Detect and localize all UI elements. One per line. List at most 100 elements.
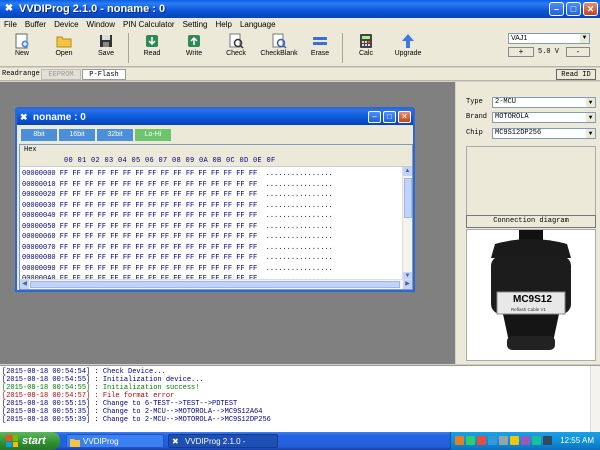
taskbar: start VVDIProg ✖ VVDIProg 2.1.0 - noname… <box>0 432 600 450</box>
device-select[interactable]: VAJ1 ▼ <box>508 33 590 44</box>
chip-select[interactable]: MC9S12DP256 ▼ <box>492 128 596 139</box>
write-chip-icon <box>186 33 202 49</box>
hex-row: 00000080 FF FF FF FF FF FF FF FF FF FF F… <box>22 254 333 262</box>
scroll-thumb[interactable] <box>30 281 400 288</box>
tray-icon[interactable] <box>543 436 552 445</box>
mdi-workspace: ✖ noname : 0 – □ ✕ 8bit 16bit 32bit Lo-H… <box>0 82 455 364</box>
tray-icon[interactable] <box>521 436 530 445</box>
log-panel[interactable]: [2015-08-18 00:54:54] : Check Device... … <box>0 365 600 433</box>
scroll-thumb[interactable] <box>404 178 412 218</box>
hex-column-headers: 00 01 02 03 04 05 06 07 08 09 0A 0B 0C 0… <box>64 157 276 165</box>
menu-bar: File Buffer Device Window PIN Calculator… <box>0 18 600 30</box>
clock: 12:55 AM <box>560 436 594 445</box>
tray-icon[interactable] <box>532 436 541 445</box>
window-title: VVDIProg 2.1.0 - noname : 0 <box>19 3 166 15</box>
read-button[interactable]: Read <box>134 32 170 65</box>
menu-language[interactable]: Language <box>236 20 280 29</box>
chevron-down-icon: ▼ <box>586 113 595 122</box>
title-bar: ✖ VVDIProg 2.1.0 - noname : 0 – □ ✕ <box>0 0 600 18</box>
app-icon: ✖ <box>20 112 28 122</box>
cable-subtitle: Reflash Cable V1 <box>511 307 547 312</box>
windows-logo-icon <box>6 435 18 447</box>
menu-device[interactable]: Device <box>50 20 82 29</box>
open-button[interactable]: Open <box>46 32 82 65</box>
menu-pin-calculator[interactable]: PIN Calculator <box>119 20 179 29</box>
chevron-down-icon: ▼ <box>586 129 595 138</box>
format-8bit-button[interactable]: 8bit <box>21 129 57 141</box>
scroll-left-icon[interactable]: ◀ <box>20 280 29 289</box>
readrange-bar: Readrange EEPROM P-Flash Read ID <box>0 68 600 81</box>
tray-icon[interactable] <box>488 436 497 445</box>
format-buttons: 8bit 16bit 32bit Lo-Hi <box>21 129 171 141</box>
menu-help[interactable]: Help <box>211 20 235 29</box>
menu-window[interactable]: Window <box>83 20 119 29</box>
new-file-icon <box>14 33 30 49</box>
read-chip-icon <box>144 33 160 49</box>
maximize-button[interactable]: □ <box>566 2 581 16</box>
erase-button[interactable]: Erase <box>302 32 338 65</box>
read-id-button[interactable]: Read ID <box>556 69 596 80</box>
menu-setting[interactable]: Setting <box>179 20 212 29</box>
system-tray: 12:55 AM <box>450 432 600 450</box>
floppy-icon <box>98 33 114 49</box>
taskbar-item-vvdiprog[interactable]: VVDIProg <box>66 434 164 448</box>
checkblank-icon <box>271 33 287 49</box>
checkblank-button[interactable]: CheckBlank <box>258 32 300 65</box>
child-maximize-button[interactable]: □ <box>383 111 396 123</box>
calculator-icon <box>358 33 374 49</box>
child-minimize-button[interactable]: – <box>368 111 381 123</box>
scroll-up-icon[interactable]: ▲ <box>403 167 412 176</box>
hex-row: 00000000 FF FF FF FF FF FF FF FF FF FF F… <box>22 170 333 178</box>
tray-icon[interactable] <box>510 436 519 445</box>
hex-horizontal-scrollbar[interactable]: ◀ ▶ <box>20 279 412 289</box>
cable-image: MC9S12 Reflash Cable V1 <box>466 229 596 361</box>
cable-title: MC9S12 <box>513 294 552 305</box>
taskbar-item-vvdiprog-window[interactable]: ✖ VVDIProg 2.1.0 - noname... <box>168 434 278 448</box>
log-line: [2015-08-18 00:54:54] : Check Device... <box>2 368 166 376</box>
brand-label: Brand <box>466 113 488 121</box>
upgrade-button[interactable]: Upgrade <box>390 32 426 65</box>
voltage-minus-button[interactable]: - <box>566 47 590 57</box>
new-button[interactable]: New <box>4 32 40 65</box>
tab-eeprom[interactable]: EEPROM <box>41 69 81 80</box>
calc-button[interactable]: Calc <box>348 32 384 65</box>
log-line: [2015-08-18 00:55:39] : Change to 2-MCU-… <box>2 416 271 424</box>
hex-editor[interactable]: Hex 00 01 02 03 04 05 06 07 08 09 0A 0B … <box>19 144 413 290</box>
scroll-right-icon[interactable]: ▶ <box>403 280 412 289</box>
voltage-plus-button[interactable]: + <box>508 47 534 57</box>
hex-header: Hex 00 01 02 03 04 05 06 07 08 09 0A 0B … <box>20 145 412 167</box>
device-panel: Type 2-MCU ▼ Brand MOTOROLA ▼ Chip MC9S1… <box>456 82 600 364</box>
menu-file[interactable]: File <box>0 20 21 29</box>
format-32bit-button[interactable]: 32bit <box>97 129 133 141</box>
folder-icon <box>56 33 72 49</box>
connection-diagram-button[interactable]: Connection diagram <box>466 215 596 228</box>
hex-rows: 00000000 FF FF FF FF FF FF FF FF FF FF F… <box>22 169 333 285</box>
child-close-button[interactable]: ✕ <box>398 111 411 123</box>
start-button[interactable]: start <box>0 432 60 450</box>
log-line: [2015-08-18 00:55:35] : Change to 2-MCU-… <box>2 408 263 416</box>
tray-icon[interactable] <box>477 436 486 445</box>
app-icon: ✖ <box>4 3 14 14</box>
minimize-button[interactable]: – <box>549 2 564 16</box>
write-button[interactable]: Write <box>176 32 212 65</box>
erase-icon <box>312 33 328 49</box>
upgrade-arrow-icon <box>400 33 416 49</box>
log-line: [2015-08-18 00:55:15] : Change to 6-TEST… <box>2 400 238 408</box>
type-select[interactable]: 2-MCU ▼ <box>492 97 596 108</box>
log-line: [2015-08-18 00:54:57] : File format erro… <box>2 392 175 400</box>
brand-select[interactable]: MOTOROLA ▼ <box>492 112 596 123</box>
chevron-down-icon: ▼ <box>580 34 589 43</box>
close-button[interactable]: ✕ <box>583 2 598 16</box>
check-button[interactable]: Check <box>218 32 254 65</box>
log-scrollbar[interactable] <box>590 366 600 432</box>
tab-pflash[interactable]: P-Flash <box>82 69 126 80</box>
save-button[interactable]: Save <box>88 32 124 65</box>
hex-vertical-scrollbar[interactable]: ▲ ▼ <box>402 167 412 281</box>
tray-icon[interactable] <box>455 436 464 445</box>
menu-buffer[interactable]: Buffer <box>21 20 50 29</box>
hex-row: 00000030 FF FF FF FF FF FF FF FF FF FF F… <box>22 201 333 210</box>
format-16bit-button[interactable]: 16bit <box>59 129 95 141</box>
tray-icon[interactable] <box>466 436 475 445</box>
format-lohi-button[interactable]: Lo-Hi <box>135 129 171 141</box>
tray-icon[interactable] <box>499 436 508 445</box>
